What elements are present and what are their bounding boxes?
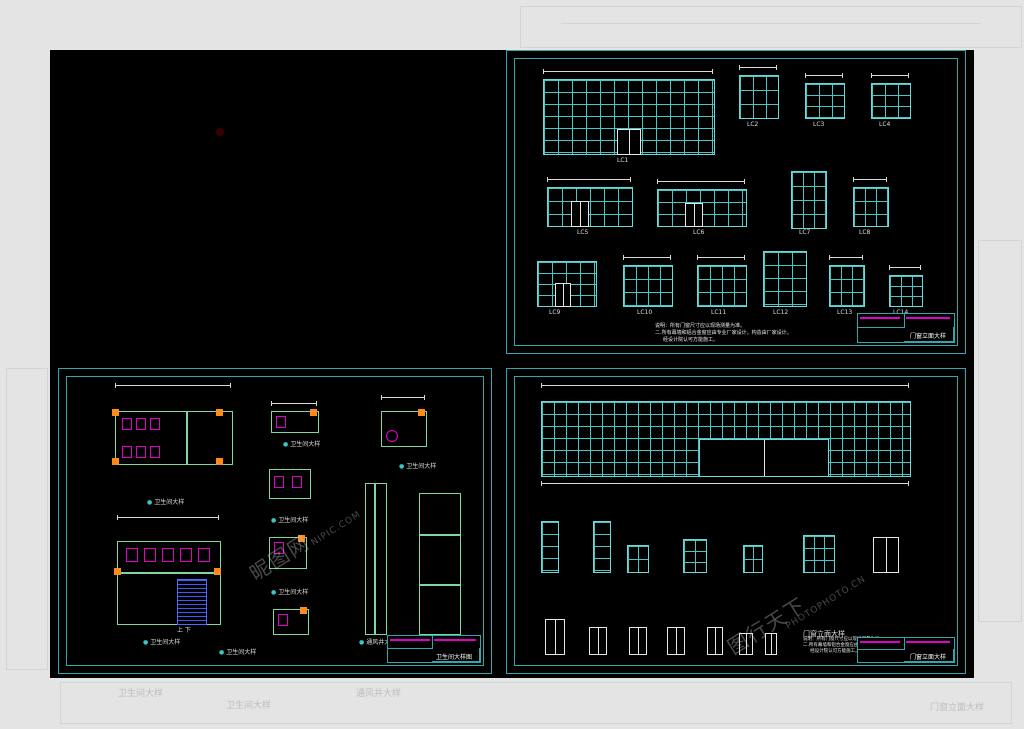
plan-label: ● 卫生间大样 [147,499,185,506]
title-block-title: 门窗立面大样 [910,654,947,661]
elevation-label: LC12 [773,309,789,316]
plan-label: ● 卫生间大样 [283,441,321,448]
title-block-title: 卫生间大样图 [436,654,473,661]
title-block: 门窗立面大样 [857,637,955,663]
toilet-plan [273,607,309,635]
entrance-door [617,129,641,155]
title-block: 卫生间大样图 [387,635,481,663]
elevation-label: LC6 [693,229,705,236]
elevation-label: LC5 [577,229,589,236]
dimension-line [853,177,887,182]
door-elevation [707,627,723,655]
window-elevation [805,83,845,119]
dimension-line [739,65,777,70]
cad-drawing-canvas[interactable]: LC1 LC2 LC3 LC4 LC5 LC6 LC7 LC8 LC9 LC10… [50,50,974,678]
elevation-label: LC9 [549,309,561,316]
dimension-line [547,177,631,182]
background-ghost-drawing [520,6,1022,48]
toilet-plan [269,469,311,499]
elevation-label: LC4 [879,121,891,128]
ghost-label: 通风井大样 [356,689,402,699]
window-elevation [697,265,747,307]
ghost-label: 卫生间大样 [226,701,272,711]
window-elevation [889,275,923,307]
title-block: 门窗立面大样 [857,313,955,343]
dimension-line [871,73,909,78]
window-elevation [739,75,779,119]
entrance-opening [699,439,829,477]
window-elevation [743,545,763,573]
plan-label: ● 卫生间大样 [271,589,309,596]
stray-mark [216,128,224,136]
ghost-label: 门窗立面大样 [930,703,985,713]
stair [177,579,207,625]
plan-label: ● 卫生间大样 [271,517,309,524]
window-elevation [541,521,559,573]
stair-label: 上 下 [177,627,191,634]
dimension-line [271,401,317,406]
door-panel [571,201,589,227]
window-elevation [853,187,889,227]
sheet-window-elevations-top[interactable]: LC1 LC2 LC3 LC4 LC5 LC6 LC7 LC8 LC9 LC10… [506,50,966,354]
toilet-plan [381,409,427,447]
dimension-line [541,481,909,486]
ventilation-shaft-section [365,483,387,635]
background-ghost-drawing-left [6,368,48,670]
plan-label: ● 卫生间大样 [219,649,257,656]
toilet-plan [271,409,319,433]
dimension-line [117,515,219,520]
plan-label: ● 卫生间大样 [143,639,181,646]
door-panel [685,203,703,227]
ghost-label: 卫生间大样 [118,689,164,699]
dimension-line [381,395,425,400]
dimension-line [889,265,921,270]
door-panel [555,283,571,307]
window-elevation [547,187,633,227]
elevation-label: LC3 [813,121,825,128]
window-elevation [763,251,807,307]
dimension-line [623,255,671,260]
ventilation-shaft-section [419,493,461,635]
elevation-label: LC11 [711,309,727,316]
door-elevation [629,627,647,655]
dimension-line [541,383,909,388]
window-elevation [593,521,611,573]
dimension-line [829,255,863,260]
window-elevation [871,83,911,119]
dimension-line [697,255,745,260]
window-elevation [627,545,649,573]
elevation-label: LC8 [859,229,871,236]
door-elevation [667,627,685,655]
window-elevation [623,265,673,307]
elevation-label: LC13 [837,309,853,316]
door-elevation [545,619,565,655]
window-elevation [829,265,865,307]
window-elevation [683,539,707,573]
door-elevation [589,627,607,655]
background-ghost-drawing-bottom [60,682,1012,724]
dimension-line [657,179,745,184]
sheet-toilet-details[interactable]: ● 卫生间大样 ● 卫生间大样 ● 卫生间大样 ● 卫生间大样 上 下 ● 卫生… [58,368,492,674]
double-door [873,537,899,573]
title-block-title: 门窗立面大样 [910,333,947,340]
dimension-line [115,383,231,388]
background-ghost-drawing-right [978,240,1022,622]
elevation-label: LC7 [799,229,811,236]
window-elevation [791,171,827,229]
elevation-label: LC2 [747,121,759,128]
elevation-label: LC1 [617,157,629,164]
toilet-plan [112,409,233,465]
dimension-line [543,69,713,74]
design-notes: 说明：所有门窗尺寸应以现场测量为准。 二.所有幕墙和铝合金窗应由专业厂家设计，构… [655,323,792,343]
window-elevation [803,535,835,573]
dimension-line [805,73,843,78]
elevation-label: LC10 [637,309,653,316]
plan-label: ● 卫生间大样 [399,463,437,470]
